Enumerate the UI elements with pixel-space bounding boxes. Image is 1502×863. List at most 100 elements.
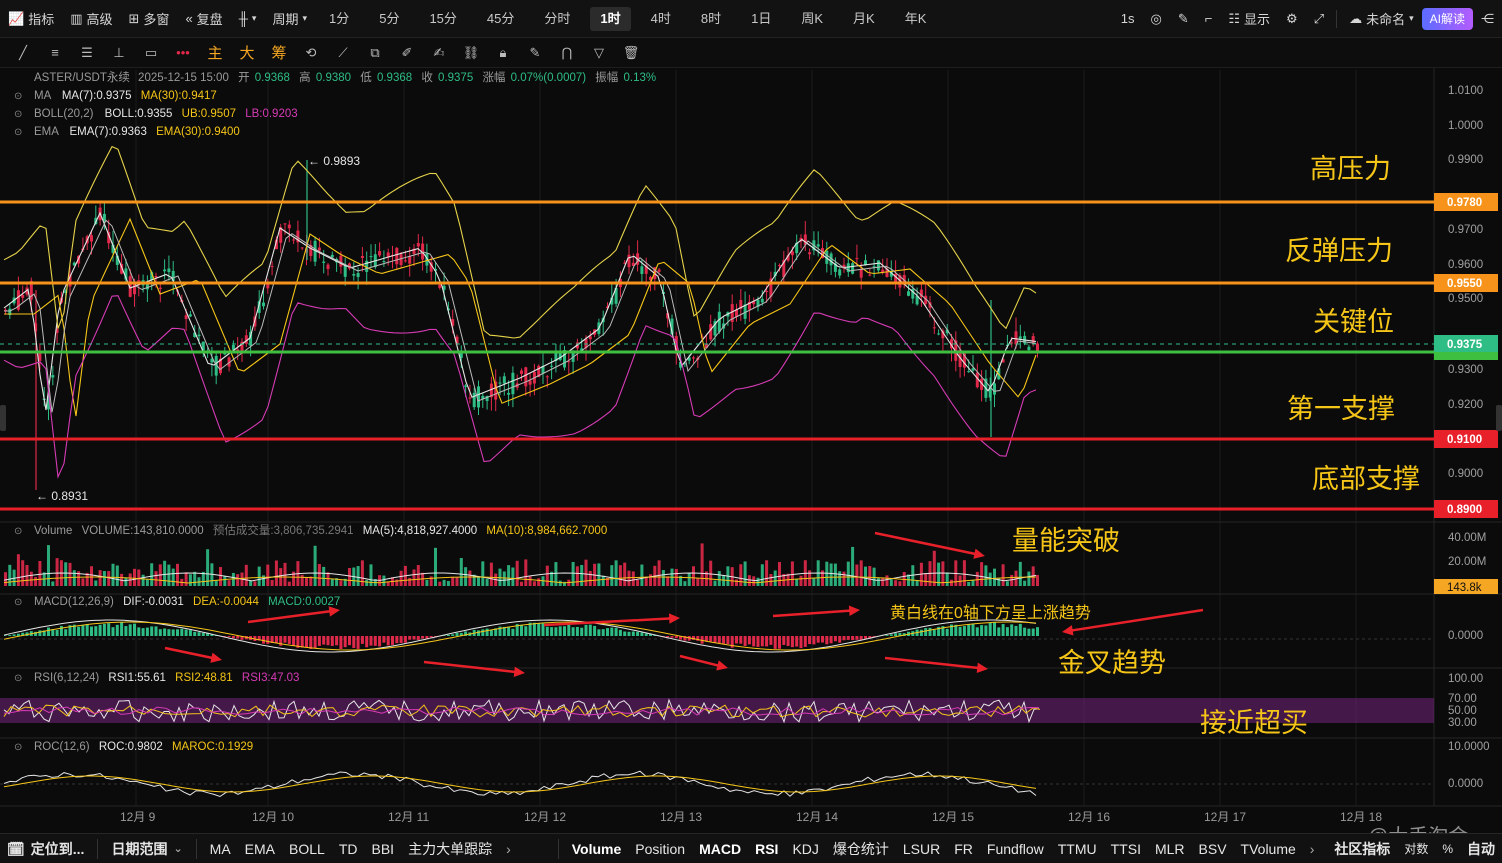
overlay-tab[interactable]: 主力大单跟踪 xyxy=(401,834,499,863)
log-scale-button[interactable]: 对数 xyxy=(1397,834,1435,863)
big-order-tool[interactable]: 大 xyxy=(232,40,262,66)
brush-icon[interactable]: ✐ xyxy=(392,40,422,66)
overlay-tab[interactable]: TD xyxy=(332,834,365,863)
collapse-icon[interactable]: ⊙ xyxy=(14,742,22,753)
subchart-tab[interactable]: MLR xyxy=(1148,834,1192,863)
roc-axis-label: 10.0000 xyxy=(1448,741,1490,753)
more-shapes-icon[interactable]: ••• xyxy=(168,40,198,66)
date-range-button[interactable]: 日期范围 ⌄ xyxy=(104,834,189,863)
parallel-lines-icon[interactable]: ≡ xyxy=(40,40,70,66)
measure-icon[interactable]: ⟋ xyxy=(328,40,358,66)
pencil-icon[interactable]: ✎ xyxy=(1170,6,1197,32)
filter-icon[interactable]: ▽ xyxy=(584,40,614,66)
macd-bar xyxy=(77,626,81,636)
layout-name-button[interactable]: ☁ 未命名 ▾ xyxy=(1341,6,1422,32)
period-menu-button[interactable]: 周期 ▾ xyxy=(264,6,315,32)
chevron-right-icon[interactable]: › xyxy=(499,834,518,863)
share-icon[interactable]: ⋲ xyxy=(1473,6,1502,32)
collapse-icon[interactable]: ⊙ xyxy=(14,673,22,684)
rsi-legend[interactable]: RSI(6,12,24) RSI1:55.61 RSI2:48.81 RSI3:… xyxy=(34,672,299,684)
overlay-tab[interactable]: EMA xyxy=(238,834,282,863)
left-scroll-handle[interactable] xyxy=(0,405,6,431)
volume-legend[interactable]: Volume VOLUME:143,810.0000 预估成交量:3,806,7… xyxy=(34,523,607,537)
advanced-button[interactable]: ▥ 高级 xyxy=(62,6,120,32)
subchart-tab[interactable]: RSI xyxy=(748,834,785,863)
subchart-tab[interactable]: FR xyxy=(947,834,980,863)
main-tool[interactable]: 主 xyxy=(200,40,230,66)
crop-icon[interactable]: ⌐ xyxy=(1197,6,1221,32)
chevron-right-icon[interactable]: › xyxy=(1303,834,1322,863)
trend-line-icon[interactable]: ╱ xyxy=(8,40,38,66)
volume-bar xyxy=(507,565,511,586)
subchart-tab[interactable]: TVolume xyxy=(1234,834,1303,863)
collapse-icon[interactable]: ⊙ xyxy=(14,91,22,102)
auto-scale-button[interactable]: 自动 xyxy=(1460,834,1502,863)
period-tab[interactable]: 15分 xyxy=(419,7,466,31)
overlay-tab[interactable]: BOLL xyxy=(282,834,332,863)
period-tab[interactable]: 周K xyxy=(791,7,833,31)
period-tab[interactable]: 5分 xyxy=(369,7,409,31)
period-tab[interactable]: 分时 xyxy=(534,7,580,31)
multi-window-button[interactable]: ⊞ 多窗 xyxy=(121,6,178,32)
interval-button[interactable]: 1s xyxy=(1113,6,1143,32)
subchart-tab[interactable]: Volume xyxy=(565,834,629,863)
trash-icon[interactable]: 🗑︎ xyxy=(616,40,646,66)
rectangle-icon[interactable]: ▭ xyxy=(136,40,166,66)
overlay-tab[interactable]: MA xyxy=(203,834,238,863)
pattern-icon[interactable]: ⟲ xyxy=(296,40,326,66)
horizontal-lines-icon[interactable]: ☰ xyxy=(72,40,102,66)
roc-axis-label: 0.0000 xyxy=(1448,778,1483,790)
subchart-tab[interactable]: 爆仓统计 xyxy=(826,834,896,863)
chart-area[interactable]: ← 0.9893 ← 0.8931 高压力 反弹压力 关键位 第一支撑 底部支撑… xyxy=(0,68,1502,833)
locate-button[interactable]: 🗓︎ 定位到... xyxy=(0,834,91,863)
period-tab[interactable]: 8时 xyxy=(691,7,731,31)
replay-button[interactable]: « 复盘 xyxy=(177,6,230,32)
subchart-tab[interactable]: TTSI xyxy=(1104,834,1148,863)
subchart-tab[interactable]: BSV xyxy=(1192,834,1234,863)
macd-bar xyxy=(64,629,68,636)
period-tab[interactable]: 1分 xyxy=(319,7,359,31)
collapse-icon[interactable]: ⊙ xyxy=(14,127,22,138)
period-tab[interactable]: 年K xyxy=(895,7,937,31)
community-indicator-button[interactable]: 社区指标 xyxy=(1327,834,1397,863)
overlay-tab[interactable]: BBI xyxy=(365,834,402,863)
period-tab[interactable]: 45分 xyxy=(477,7,524,31)
subchart-tab[interactable]: Fundflow xyxy=(980,834,1051,863)
lock-icon[interactable]: 🔒︎ xyxy=(488,40,518,66)
subchart-tab[interactable]: MACD xyxy=(692,834,748,863)
candle-body xyxy=(154,275,158,278)
roc-legend[interactable]: ROC(12,6) ROC:0.9802 MAROC:0.1929 xyxy=(34,741,253,753)
volume-bar xyxy=(649,574,652,586)
collapse-icon[interactable]: ⊙ xyxy=(14,526,22,537)
period-tab[interactable]: 月K xyxy=(843,7,885,31)
copy-icon[interactable]: ⧉ xyxy=(360,40,390,66)
ma-legend[interactable]: MA MA(7):0.9375 MA(30):0.9417 xyxy=(34,90,217,102)
subchart-tab[interactable]: TTMU xyxy=(1051,834,1104,863)
volume-bar xyxy=(412,569,416,586)
macd-bar xyxy=(188,630,192,636)
percent-scale-button[interactable]: % xyxy=(1435,834,1460,863)
right-scroll-handle[interactable] xyxy=(1496,405,1502,431)
subchart-tab[interactable]: LSUR xyxy=(896,834,947,863)
boll-legend[interactable]: BOLL(20,2) BOLL:0.9355 UB:0.9507 LB:0.92… xyxy=(34,108,298,120)
indicator-button[interactable]: 📈 指标 xyxy=(0,6,62,32)
subchart-tab[interactable]: KDJ xyxy=(785,834,825,863)
link-icon[interactable]: ⛓ xyxy=(456,40,486,66)
magnet-icon[interactable]: ⋂ xyxy=(552,40,582,66)
camera-icon[interactable]: ◎ xyxy=(1143,6,1170,32)
settings-icon[interactable]: ⚙ xyxy=(1278,6,1306,32)
highlighter-icon[interactable]: ✍ xyxy=(424,40,454,66)
display-button[interactable]: ☷ 显示 xyxy=(1220,6,1278,32)
chips-tool[interactable]: 筹 xyxy=(264,40,294,66)
chart-type-button[interactable]: ╫ ▾ xyxy=(231,6,265,32)
horizontal-ray-icon[interactable]: ⊥ xyxy=(104,40,134,66)
subchart-tab[interactable]: Position xyxy=(628,834,692,863)
collapse-icon[interactable]: ⊙ xyxy=(14,109,22,120)
ai-interpret-button[interactable]: AI解读 xyxy=(1421,7,1473,30)
period-tab[interactable]: 1时 xyxy=(590,6,631,31)
edit-icon[interactable]: ✎ xyxy=(520,40,550,66)
collapse-icon[interactable]: ⊙ xyxy=(14,597,22,608)
fullscreen-icon[interactable]: ⤢ xyxy=(1306,6,1332,32)
period-tab[interactable]: 4时 xyxy=(641,7,681,31)
period-tab[interactable]: 1日 xyxy=(741,7,781,31)
